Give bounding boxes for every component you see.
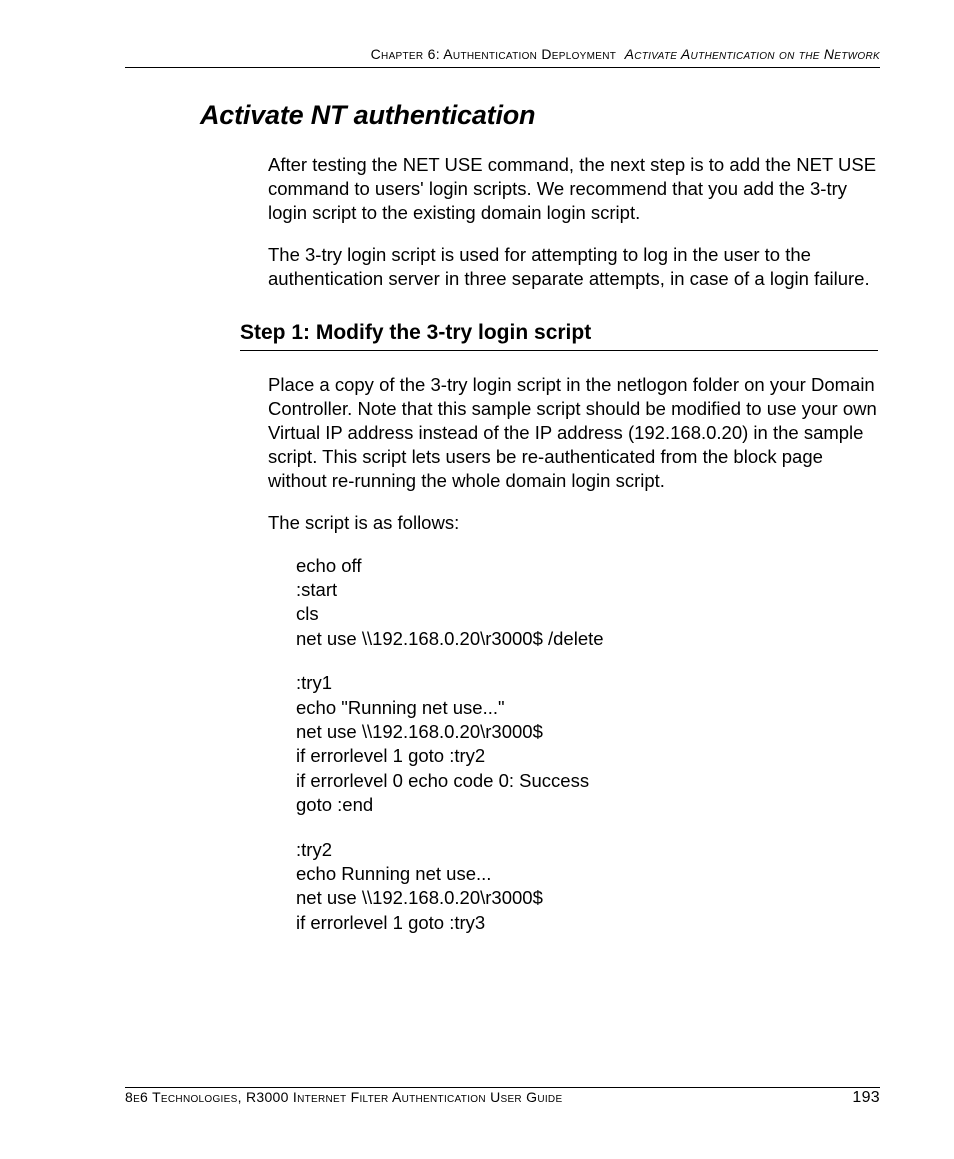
step1-intro: Place a copy of the 3-try login script i…: [268, 373, 878, 535]
script-block-1: echo off :start cls net use \\192.168.0.…: [296, 554, 878, 652]
script-line: net use \\192.168.0.20\r3000$ /delete: [296, 627, 878, 651]
header-section: Activate Authentication on the Network: [625, 46, 880, 62]
script-line: echo off: [296, 554, 878, 578]
script-line: goto :end: [296, 793, 878, 817]
section-title: Activate NT authentication: [200, 100, 878, 131]
script-line: cls: [296, 602, 878, 626]
script-line: :try1: [296, 671, 878, 695]
header-chapter: Chapter 6: Authentication Deployment: [371, 46, 617, 62]
script-line: net use \\192.168.0.20\r3000$: [296, 886, 878, 910]
page-header: Chapter 6: Authentication Deployment Act…: [125, 46, 880, 62]
script-block-3: :try2 echo Running net use... net use \\…: [296, 838, 878, 936]
script-line: echo "Running net use...": [296, 696, 878, 720]
content-area: Activate NT authentication After testing…: [200, 100, 878, 955]
page-number: 193: [852, 1089, 880, 1107]
script-line: :try2: [296, 838, 878, 862]
script-line: if errorlevel 1 goto :try2: [296, 744, 878, 768]
intro-para-1: After testing the NET USE command, the n…: [268, 153, 878, 225]
step1-heading: Step 1: Modify the 3-try login script: [240, 321, 878, 351]
intro-text: After testing the NET USE command, the n…: [268, 153, 878, 291]
script-line: if errorlevel 0 echo code 0: Success: [296, 769, 878, 793]
script-line: :start: [296, 578, 878, 602]
script-line: echo Running net use...: [296, 862, 878, 886]
script-line: if errorlevel 1 goto :try3: [296, 911, 878, 935]
header-rule: [125, 67, 880, 68]
step1-para-2: The script is as follows:: [268, 511, 878, 535]
footer-text: 8e6 Technologies, R3000 Internet Filter …: [125, 1089, 562, 1105]
script-code: echo off :start cls net use \\192.168.0.…: [296, 554, 878, 936]
intro-para-2: The 3-try login script is used for attem…: [268, 243, 878, 291]
script-line: net use \\192.168.0.20\r3000$: [296, 720, 878, 744]
step1-para-1: Place a copy of the 3-try login script i…: [268, 373, 878, 493]
script-block-2: :try1 echo "Running net use..." net use …: [296, 671, 878, 817]
page-footer: 8e6 Technologies, R3000 Internet Filter …: [125, 1089, 880, 1107]
footer-rule: [125, 1087, 880, 1088]
